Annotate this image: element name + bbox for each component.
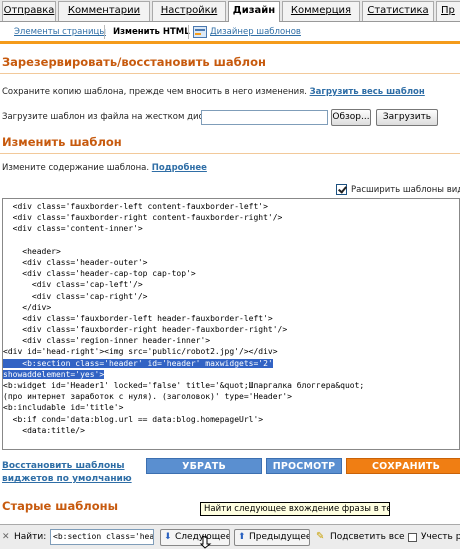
highlighted-match: <b:section class='header' id='header' ma… bbox=[3, 358, 273, 368]
code-line: <div class='fauxborder-left content-faux… bbox=[3, 202, 268, 211]
tab-posting-label: Отправка bbox=[3, 5, 55, 16]
code-line: <header> bbox=[3, 246, 61, 256]
template-designer-icon bbox=[193, 26, 207, 38]
highlight-all-toggle[interactable]: Подсветить все bbox=[330, 532, 405, 542]
match-case-label: Учесть р bbox=[421, 532, 460, 542]
edit-template-heading: Изменить шаблон bbox=[2, 135, 122, 149]
match-case-checkbox[interactable] bbox=[408, 533, 417, 542]
subtab-divider bbox=[188, 25, 189, 39]
code-line: (про интернет заработок с нуля). (заголо… bbox=[3, 392, 292, 402]
upload-label: Загрузите шаблон из файла на жестком дис… bbox=[2, 112, 217, 122]
more-info-link[interactable]: Подробнее bbox=[152, 163, 207, 173]
tab-settings[interactable]: Настройки bbox=[152, 1, 226, 21]
tab-stats-label: Статистика bbox=[367, 5, 429, 16]
clear-edits-button[interactable]: УБРАТЬ ИЗМЕНЕНИЯ bbox=[146, 458, 262, 488]
code-line: <div class='header-outer'> bbox=[3, 257, 148, 267]
subtab-page-elements[interactable]: Элементы страницы bbox=[14, 27, 106, 37]
find-next-button[interactable]: ⬇ Следующее bbox=[160, 529, 230, 546]
code-line-highlighted: <b:section class='header' id='header' ma… bbox=[3, 358, 459, 369]
arrow-down-icon: ⬇ bbox=[164, 532, 172, 542]
template-code-editor[interactable]: <div class='fauxborder-left content-faux… bbox=[2, 198, 460, 450]
code-content: <div class='fauxborder-left content-faux… bbox=[3, 201, 459, 436]
upload-button[interactable]: Загрузить bbox=[376, 109, 438, 126]
tab-design[interactable]: Дизайн bbox=[228, 1, 280, 23]
find-previous-label: Предыдущее bbox=[249, 532, 310, 542]
edit-description: Измените содержание шаблона. Подробнее bbox=[2, 163, 207, 173]
tab-comments[interactable]: Комментарии bbox=[58, 1, 150, 21]
code-line: <div class='cap-left'/> bbox=[3, 280, 143, 290]
tab-more[interactable]: Пр bbox=[436, 1, 460, 21]
revert-link-line1: Восстановить шаблоны bbox=[2, 461, 125, 471]
find-next-tooltip: Найти следующее вхождение фразы в текст bbox=[200, 502, 390, 516]
code-line: <div id='head-right'><img src='public/ro… bbox=[3, 347, 278, 357]
code-line: <div class='content-inner'> bbox=[3, 224, 143, 234]
backup-heading: Зарезервировать/восстановить шаблон bbox=[2, 55, 266, 69]
preview-button[interactable]: ПРОСМОТР bbox=[266, 458, 342, 474]
find-label: Найти: bbox=[14, 532, 47, 542]
code-line: </div> bbox=[3, 302, 52, 312]
expand-widgets-label: Расширить шаблоны видж bbox=[351, 185, 460, 195]
sub-tab-bar: Элементы страницы Изменить HTML Дизайнер… bbox=[0, 22, 460, 44]
backup-save-label: Сохраните копию шаблона, прежде чем внос… bbox=[2, 87, 307, 97]
code-line: <b:includable id='title'> bbox=[3, 403, 124, 413]
code-line: <b:if cond='data:blog.url == data:blog.h… bbox=[3, 414, 264, 424]
find-previous-button[interactable]: ⬆ Предыдущее bbox=[234, 529, 310, 546]
tab-posting[interactable]: Отправка bbox=[2, 1, 56, 21]
save-template-button[interactable]: СОХРАНИТЬ ШАБЛОН bbox=[346, 458, 460, 488]
edit-description-label: Измените содержание шаблона. bbox=[2, 163, 150, 173]
tab-comments-label: Комментарии bbox=[67, 5, 141, 16]
find-input[interactable]: <b:section class='header bbox=[50, 529, 154, 545]
expand-widgets-checkbox[interactable] bbox=[336, 184, 347, 195]
tab-monetize[interactable]: Коммерция bbox=[282, 1, 360, 21]
mouse-cursor-icon bbox=[200, 535, 212, 549]
code-line: <data:title/> bbox=[3, 425, 85, 435]
section-divider bbox=[0, 73, 460, 74]
tab-settings-label: Настройки bbox=[160, 5, 218, 16]
close-icon[interactable]: ✕ bbox=[2, 532, 10, 542]
tab-design-label: Дизайн bbox=[232, 5, 276, 16]
backup-save-text: Сохраните копию шаблона, прежде чем внос… bbox=[2, 87, 425, 97]
code-line: <div class='fauxborder-right header-faux… bbox=[3, 325, 288, 335]
code-line: <div class='fauxborder-left header-fauxb… bbox=[3, 313, 273, 323]
code-line: <b:widget id='Header1' locked='false' ti… bbox=[3, 381, 365, 390]
upload-file-input[interactable] bbox=[201, 110, 328, 125]
section-divider bbox=[0, 153, 460, 154]
code-line: <div class='fauxborder-right content-fau… bbox=[3, 213, 283, 223]
browse-button[interactable]: Обзор... bbox=[331, 109, 371, 126]
code-line: <div class='region-inner header-inner'> bbox=[3, 336, 211, 346]
highlight-icon: ✎ bbox=[316, 531, 325, 542]
tab-monetize-label: Коммерция bbox=[290, 5, 352, 16]
browser-find-bar: ✕ Найти: <b:section class='header ⬇ След… bbox=[0, 524, 460, 549]
arrow-up-icon: ⬆ bbox=[238, 532, 246, 542]
download-template-link[interactable]: Загрузить весь шаблон bbox=[310, 87, 425, 97]
subtab-edit-html[interactable]: Изменить HTML bbox=[113, 27, 190, 37]
highlighted-match: showaddelement='yes'> bbox=[3, 369, 105, 379]
tab-stats[interactable]: Статистика bbox=[362, 1, 434, 21]
main-tab-bar: Отправка Комментарии Настройки Дизайн Ко… bbox=[0, 0, 460, 23]
code-line: <div class='cap-right'/> bbox=[3, 291, 148, 301]
revert-link-line2: виджетов по умолчанию bbox=[2, 474, 132, 484]
old-templates-heading: Старые шаблоны bbox=[2, 499, 118, 513]
code-line: <div class='header-cap-top cap-top'> bbox=[3, 269, 196, 279]
subtab-template-designer[interactable]: Дизайнер шаблонов bbox=[210, 27, 301, 37]
code-line-highlighted: showaddelement='yes'> bbox=[3, 369, 459, 380]
subtab-divider bbox=[104, 25, 105, 39]
revert-widget-templates-link[interactable]: Восстановить шаблоны виджетов по умолчан… bbox=[2, 460, 132, 486]
tab-more-label: Пр bbox=[441, 5, 455, 16]
